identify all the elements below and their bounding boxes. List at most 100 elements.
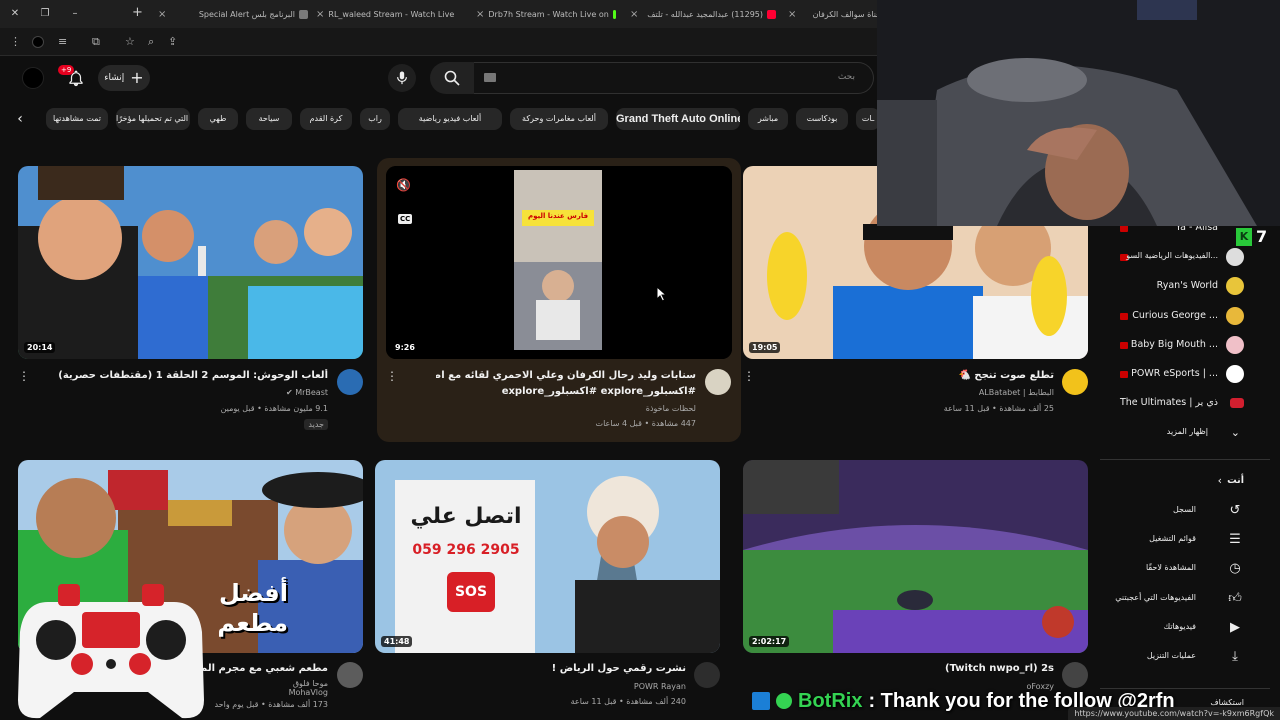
tab-close-icon[interactable]: × xyxy=(788,9,796,20)
create-button[interactable]: إنشاء + xyxy=(98,65,150,91)
sidebar-subscription[interactable]: Baby Big Mouth ... xyxy=(1100,335,1270,357)
browser-tab[interactable]: × (11295) عبدالمجيد عبدالله - تلتف xyxy=(630,6,776,22)
video-title[interactable]: نشرت رقمي حول الرياض ! xyxy=(486,662,686,676)
microphone-icon[interactable] xyxy=(388,64,416,92)
video-title-line-2[interactable]: #اكسبلور_explore #اكسبلور_explore xyxy=(436,385,696,399)
nav-history[interactable]: السجل ↺ xyxy=(1100,497,1270,525)
nav-your-videos[interactable]: فيديوهاتك ▶︎ xyxy=(1100,614,1270,642)
channel-name[interactable]: POWR Rayan xyxy=(634,682,686,691)
show-more-button[interactable]: إظهار المزيد ⌄ xyxy=(1100,423,1270,445)
bookmark-star-icon[interactable]: ☆ xyxy=(125,35,135,48)
nav-liked-videos[interactable]: الفيديوهات التي أعجبتني 👍︎ xyxy=(1100,585,1270,613)
tab-favicon-icon xyxy=(299,9,308,19)
video-title[interactable]: تطلع صوت تنجح 🐔 xyxy=(794,369,1054,383)
chevron-down-icon: ⌄ xyxy=(1230,426,1240,439)
seven-tv-count: 7 xyxy=(1256,227,1268,246)
more-actions-icon[interactable]: ⋮ xyxy=(743,368,755,384)
channel-name[interactable]: موحا فلوق xyxy=(293,679,328,688)
live-indicator-icon xyxy=(1120,225,1128,232)
menu-dots-icon[interactable]: ⋮ xyxy=(10,35,21,48)
chip-podcasts[interactable]: بودكاست xyxy=(796,108,848,130)
chip-recently-uploaded[interactable]: الفيديوهات التي تم تحميلها مؤخرًا xyxy=(116,108,190,130)
you-section-header[interactable]: أنت ‹ xyxy=(1100,471,1270,493)
video-title[interactable]: (Twitch nwpo_rl) 2s xyxy=(854,662,1054,676)
channel-avatar[interactable] xyxy=(1062,662,1088,688)
search-input[interactable]: بحث xyxy=(474,62,874,94)
preview-overlay-text: فارس عندنا اليوم xyxy=(527,212,589,220)
profile-icon[interactable] xyxy=(32,36,44,48)
subscription-name: The Ultimates | ذي ير xyxy=(1119,397,1218,408)
video-duration: 9:26 xyxy=(395,343,415,352)
video-title[interactable]: ألعاب الوحوش: الموسم 2 الحلقة 1 (مقتطفات… xyxy=(28,369,328,383)
nav-playlists[interactable]: قوائم التشغيل ☰ xyxy=(1100,526,1270,554)
sidebar-subscription[interactable]: POWR eSports | ... xyxy=(1100,364,1270,386)
nav-label: عمليات التنزيل xyxy=(1146,651,1196,660)
tab-close-icon[interactable]: × xyxy=(476,9,484,20)
chevron-left-icon[interactable]: ‹ xyxy=(10,110,30,130)
more-actions-icon[interactable]: ⋮ xyxy=(18,368,30,384)
mute-icon[interactable]: 🔇 xyxy=(396,178,411,192)
streamer-webcam-overlay xyxy=(877,0,1280,226)
chip-football[interactable]: كرة القدم xyxy=(300,108,352,130)
channel-avatar[interactable] xyxy=(705,369,731,395)
keyboard-icon[interactable] xyxy=(484,73,496,82)
chip-gta-online[interactable]: Grand Theft Auto Online xyxy=(616,108,740,130)
video-stats: 25 ألف مشاهدة • قبل 11 ساعة xyxy=(943,404,1054,413)
chip-live[interactable]: مباشر xyxy=(748,108,788,130)
channel-avatar[interactable] xyxy=(694,662,720,688)
extensions-icon[interactable]: ⧉ xyxy=(92,35,100,49)
window-close-icon[interactable]: ✕ xyxy=(0,8,30,19)
video-thumbnail[interactable]: اتصل علي 059 296 2905 SOS 41:48 xyxy=(375,460,720,653)
zoom-icon[interactable]: ⌕ xyxy=(148,35,154,49)
tab-close-icon[interactable]: × xyxy=(158,9,166,20)
sidebar-subscription[interactable]: Ryan's World xyxy=(1100,276,1270,298)
filter-chips-bar: ‹ تمت مشاهدتها الفيديوهات التي تم تحميله… xyxy=(0,104,880,134)
browser-tab[interactable]: × Drb7h Stream - Watch Live on xyxy=(476,6,616,22)
browser-tab[interactable]: × قناة سوالف الكرفان xyxy=(788,6,880,22)
video-duration: 19:05 xyxy=(749,342,781,353)
nav-downloads[interactable]: عمليات التنزيل ⤓ xyxy=(1100,643,1270,671)
tab-close-icon[interactable]: × xyxy=(630,9,638,20)
channel-name[interactable]: لحظات ماخوذة xyxy=(646,404,696,413)
window-restore-icon[interactable]: ❐ xyxy=(30,8,60,19)
gamepad-overlay-icon xyxy=(18,582,204,720)
tab-close-icon[interactable]: × xyxy=(316,9,324,20)
reading-list-icon[interactable]: ≡ xyxy=(58,35,67,48)
youtube-sidebar: Ya - Alisa الفيديوهات الرياضية السو... R… xyxy=(1100,218,1280,720)
new-tab-button[interactable]: + xyxy=(132,5,143,20)
sidebar-subscription[interactable]: Curious George ... xyxy=(1100,306,1270,328)
sidebar-subscription[interactable]: الفيديوهات الرياضية السو... xyxy=(1100,247,1270,269)
chip-rap[interactable]: راب xyxy=(360,108,390,130)
browser-tab[interactable]: × البرنامج بلس Special Alert xyxy=(158,6,308,22)
account-avatar[interactable] xyxy=(22,67,44,89)
chip-tourism[interactable]: سياحة xyxy=(246,108,292,130)
closed-captions-icon[interactable]: CC xyxy=(398,214,413,224)
video-duration: 2:02:17 xyxy=(749,636,790,647)
channel-avatar[interactable] xyxy=(1062,369,1088,395)
nav-watch-later[interactable]: المشاهدة لاحقًا ◷ xyxy=(1100,555,1270,583)
video-preview-player[interactable]: فارس عندنا اليوم 🔇 CC 9:26 xyxy=(386,166,732,359)
browser-tab[interactable]: × RL_waleed Stream - Watch Live xyxy=(316,6,458,22)
notification-count-badge: +9 xyxy=(58,65,75,75)
watch-later-icon: ◷ xyxy=(1229,561,1241,576)
more-actions-icon[interactable]: ⋮ xyxy=(386,368,398,384)
channel-avatar[interactable] xyxy=(337,662,363,688)
sidebar-subscription[interactable]: The Ultimates | ذي ير xyxy=(1100,393,1270,415)
channel-avatar[interactable] xyxy=(337,369,363,395)
search-button[interactable] xyxy=(430,62,474,94)
chip-sports-games[interactable]: ألعاب فيديو رياضية xyxy=(398,108,502,130)
channel-avatar xyxy=(1226,365,1244,383)
chip-watched[interactable]: تمت مشاهدتها xyxy=(46,108,108,130)
nav-label: المشاهدة لاحقًا xyxy=(1145,563,1196,572)
share-icon[interactable]: ⇪ xyxy=(168,35,177,48)
video-thumbnail[interactable]: 20:14 xyxy=(18,166,363,359)
video-title-line-1[interactable]: سنابات وليد رحال الكرفان وعلي الاحمري لق… xyxy=(436,369,696,383)
channel-name[interactable]: ✔ MrBeast xyxy=(286,388,328,397)
video-thumbnail[interactable]: 2:02:17 xyxy=(743,460,1088,653)
chip-action-games[interactable]: ألعاب مغامرات وحركة xyxy=(510,108,608,130)
channel-name[interactable]: MohaVlog xyxy=(289,688,328,697)
create-label: إنشاء xyxy=(104,73,125,83)
window-minimize-icon[interactable]: – xyxy=(60,8,90,19)
channel-name[interactable]: ALBatabet | البطابط xyxy=(979,388,1054,397)
chip-cooking[interactable]: طهي xyxy=(198,108,238,130)
